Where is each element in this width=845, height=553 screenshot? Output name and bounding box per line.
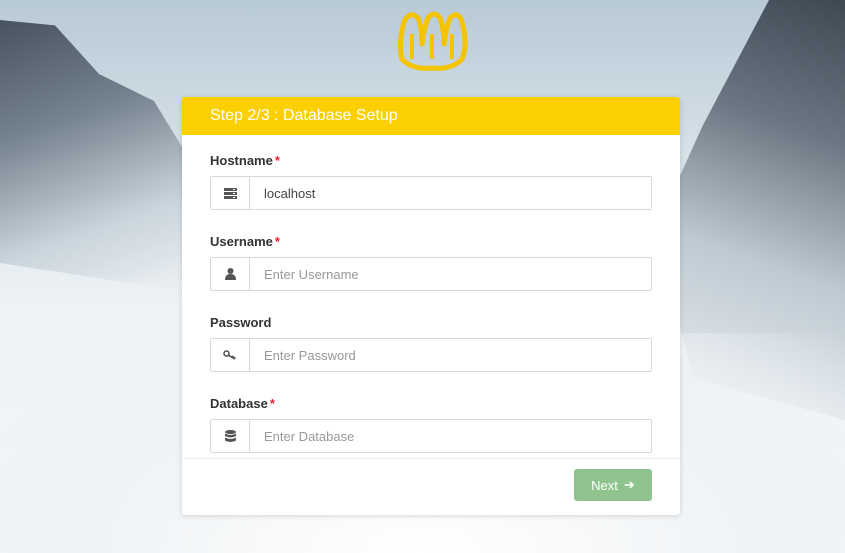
username-group — [210, 257, 652, 291]
hostname-group — [210, 176, 652, 210]
app-logo — [397, 11, 468, 71]
hostname-input[interactable] — [250, 177, 651, 209]
required-marker: * — [274, 153, 280, 168]
user-icon — [211, 258, 250, 290]
username-input[interactable] — [250, 258, 651, 290]
arrow-right-icon: ➔ — [623, 477, 635, 492]
database-group — [210, 419, 652, 453]
server-icon — [211, 177, 250, 209]
hostname-label: Hostname * — [210, 153, 280, 168]
required-marker: * — [269, 396, 275, 411]
database-icon — [211, 420, 250, 452]
database-form: Hostname* Username* Password — [182, 135, 680, 453]
password-group — [210, 338, 652, 372]
username-label: Username * — [210, 234, 280, 249]
card-title: Step 2/3 : Database Setup — [182, 97, 680, 135]
password-input[interactable] — [250, 339, 651, 371]
setup-card: Step 2/3 : Database Setup Hostname* User… — [182, 97, 680, 515]
password-label: Password — [210, 315, 272, 330]
key-icon — [211, 339, 250, 371]
required-marker: * — [274, 234, 280, 249]
next-button[interactable]: Next ➔ — [574, 469, 652, 501]
database-input[interactable] — [250, 420, 651, 452]
database-label: Database * — [210, 396, 275, 411]
card-footer: Next ➔ — [182, 458, 680, 515]
